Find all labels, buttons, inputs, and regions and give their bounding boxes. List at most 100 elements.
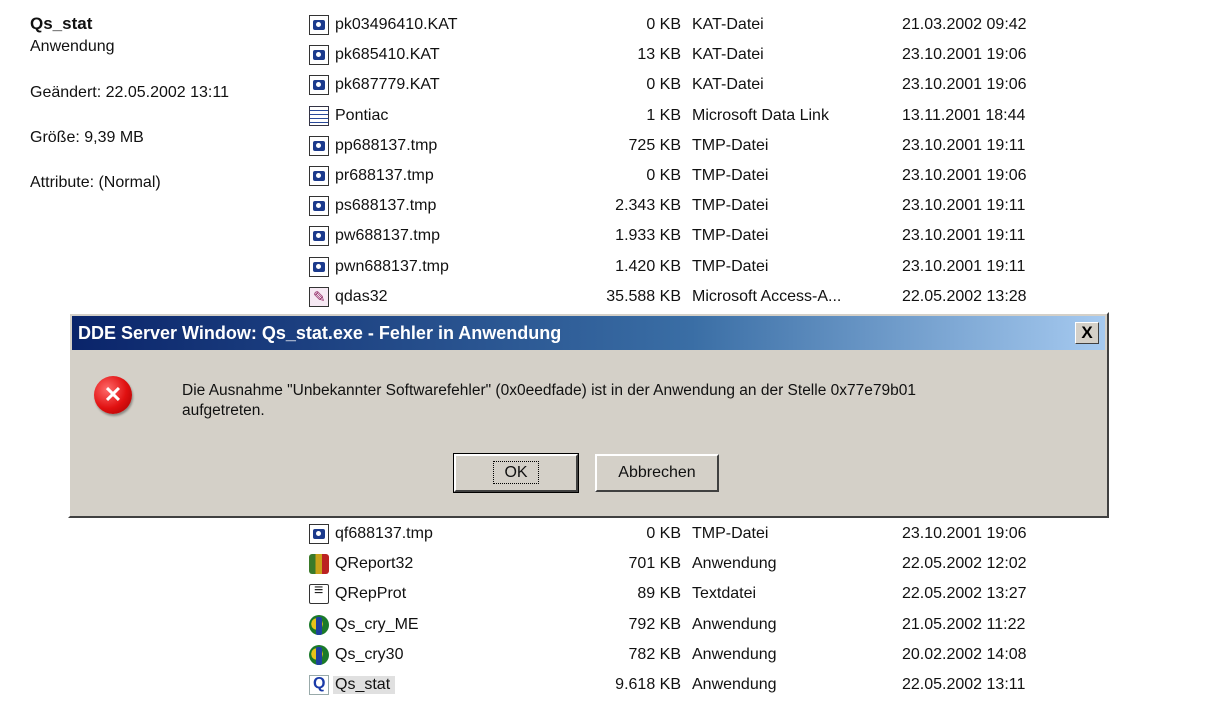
file-date: 22.05.2002 13:27 — [902, 585, 1027, 603]
crystal-app-icon — [309, 614, 329, 635]
file-type: Anwendung — [692, 555, 777, 573]
file-name: QReport32 — [335, 555, 414, 573]
file-name: pwn688137.tmp — [335, 257, 449, 275]
file-size: 1.420 KB — [615, 257, 681, 275]
file-date: 23.10.2001 19:06 — [902, 46, 1027, 64]
file-row[interactable]: qf688137.tmp 0 KB TMP-Datei 23.10.2001 19:0… — [306, 520, 1206, 550]
file-size: 0 KB — [646, 525, 681, 542]
file-row[interactable]: qdas32 35.588 KB Microsoft Access-A... 22.0… — [306, 283, 1206, 313]
tmp-file-icon — [309, 256, 329, 277]
file-size: 0 KB — [646, 76, 681, 94]
dialog-titlebar[interactable]: DDE Server Window: Qs_stat.exe - Fehler … — [72, 316, 1105, 350]
file-name: pk03496410.KAT — [335, 16, 458, 33]
qs-stat-app-icon — [309, 675, 329, 695]
file-size: 782 KB — [628, 645, 681, 663]
file-type: KAT-Datei — [692, 16, 764, 33]
file-type: Textdatei — [692, 585, 757, 603]
close-button[interactable]: X — [1075, 322, 1099, 344]
file-row[interactable]: Qs_stat 9.618 KB Anwendung 22.05.2002 13:11 — [306, 671, 1206, 701]
error-dialog: DDE Server Window: Qs_stat.exe - Fehler … — [68, 312, 1109, 518]
file-size: 13 KB — [637, 46, 681, 64]
kat-file-icon — [309, 45, 329, 66]
file-date: 22.05.2002 13:11 — [902, 676, 1026, 693]
file-date: 23.10.2001 19:06 — [902, 525, 1027, 542]
file-date: 23.10.2001 19:06 — [902, 76, 1027, 94]
file-date: 23.10.2001 19:11 — [902, 227, 1026, 245]
file-row[interactable]: QRepProt 89 KB Textdatei 22.05.2002 13:27 — [306, 580, 1206, 610]
file-name: Pontiac — [335, 106, 389, 124]
file-date: 13.11.2001 18:44 — [902, 106, 1026, 124]
ok-button-label: OK — [493, 461, 539, 484]
details-file-name: Qs_stat — [30, 14, 93, 33]
details-attributes: Attribute: (Normal) — [30, 174, 161, 191]
tmp-file-icon — [309, 166, 329, 186]
details-modified: Geändert: 22.05.2002 13:11 — [30, 84, 229, 101]
file-size: 89 KB — [637, 585, 681, 603]
file-row[interactable]: pk687779.KAT 0 KB KAT-Datei 23.10.2001 19:0… — [306, 71, 1206, 101]
file-row[interactable]: pw688137.tmp 1.933 KB TMP-Datei 23.10.2001 … — [306, 222, 1206, 252]
tmp-file-icon — [309, 226, 329, 247]
file-row[interactable]: Qs_cry30 782 KB Anwendung 20.02.2002 14:08 — [306, 641, 1206, 671]
tmp-file-icon — [309, 524, 329, 544]
kat-file-icon — [309, 15, 329, 35]
file-type: TMP-Datei — [692, 197, 769, 215]
file-type: Microsoft Data Link — [692, 106, 829, 124]
error-message: Die Ausnahme "Unbekannter Softwarefehler… — [182, 381, 1092, 421]
file-size: 2.343 KB — [615, 197, 681, 215]
file-date: 21.03.2002 09:42 — [902, 16, 1027, 33]
data-link-icon — [309, 105, 329, 126]
file-row[interactable]: pr688137.tmp 0 KB TMP-Datei 23.10.2001 19:0… — [306, 162, 1206, 192]
file-date: 23.10.2001 19:11 — [902, 136, 1026, 154]
file-name: pk685410.KAT — [335, 46, 440, 64]
file-row[interactable]: pk685410.KAT 13 KB KAT-Datei 23.10.2001 19:… — [306, 41, 1206, 71]
file-name: pp688137.tmp — [335, 136, 438, 154]
file-row[interactable]: pp688137.tmp 725 KB TMP-Datei 23.10.2001 19… — [306, 132, 1206, 162]
file-size: 701 KB — [628, 555, 681, 573]
tmp-file-icon — [309, 135, 329, 156]
file-date: 23.10.2001 19:11 — [902, 197, 1026, 215]
file-row[interactable]: pwn688137.tmp 1.420 KB TMP-Datei 23.10.2001… — [306, 253, 1206, 283]
file-name: Qs_cry30 — [335, 645, 404, 663]
crystal-app-icon — [309, 644, 329, 665]
file-name: Qs_stat — [333, 676, 396, 694]
file-date: 22.05.2002 12:02 — [902, 555, 1027, 573]
file-row[interactable]: ps688137.tmp 2.343 KB TMP-Datei 23.10.2001 … — [306, 192, 1206, 222]
file-type: Anwendung — [692, 645, 777, 663]
file-size: 792 KB — [628, 615, 681, 633]
error-icon — [94, 376, 132, 414]
cancel-button[interactable]: Abbrechen — [595, 454, 719, 492]
file-name: QRepProt — [335, 585, 407, 603]
file-type: Microsoft Access-A... — [692, 287, 842, 305]
file-row[interactable]: QReport32 701 KB Anwendung 22.05.2002 12:02 — [306, 550, 1206, 580]
file-date: 21.05.2002 11:22 — [902, 615, 1026, 633]
file-date: 22.05.2002 13:28 — [902, 287, 1027, 305]
file-name: qf688137.tmp — [335, 525, 433, 542]
file-type: TMP-Datei — [692, 525, 769, 542]
file-type: TMP-Datei — [692, 167, 769, 184]
file-name: ps688137.tmp — [335, 197, 437, 215]
file-date: 20.02.2002 14:08 — [902, 645, 1027, 663]
qreport-app-icon — [309, 554, 329, 575]
file-name: Qs_cry_ME — [335, 615, 419, 633]
error-message-line: Die Ausnahme "Unbekannter Softwarefehler… — [182, 382, 916, 399]
file-size: 0 KB — [646, 167, 681, 184]
file-name: qdas32 — [335, 287, 388, 305]
file-type: Anwendung — [692, 615, 777, 633]
file-name: pw688137.tmp — [335, 227, 440, 245]
details-size: Größe: 9,39 MB — [30, 129, 144, 146]
file-type: TMP-Datei — [692, 257, 769, 275]
file-row[interactable]: Qs_cry_ME 792 KB Anwendung 21.05.2002 11:22 — [306, 611, 1206, 641]
file-row[interactable]: pk03496410.KAT 0 KB KAT-Datei 21.03.2002 09… — [306, 11, 1206, 41]
file-name: pr688137.tmp — [335, 167, 434, 184]
file-size: 9.618 KB — [615, 676, 681, 693]
file-size: 35.588 KB — [606, 287, 681, 305]
ok-button[interactable]: OK — [453, 453, 579, 493]
details-file-type: Anwendung — [30, 38, 115, 55]
file-row[interactable]: Pontiac 1 KB Microsoft Data Link 13.11.2001… — [306, 102, 1206, 132]
file-type: KAT-Datei — [692, 46, 764, 64]
text-file-icon — [309, 582, 329, 605]
file-size: 0 KB — [646, 16, 681, 33]
file-type: Anwendung — [692, 676, 777, 693]
dialog-title: DDE Server Window: Qs_stat.exe - Fehler … — [78, 323, 562, 343]
file-size: 1.933 KB — [615, 227, 681, 245]
